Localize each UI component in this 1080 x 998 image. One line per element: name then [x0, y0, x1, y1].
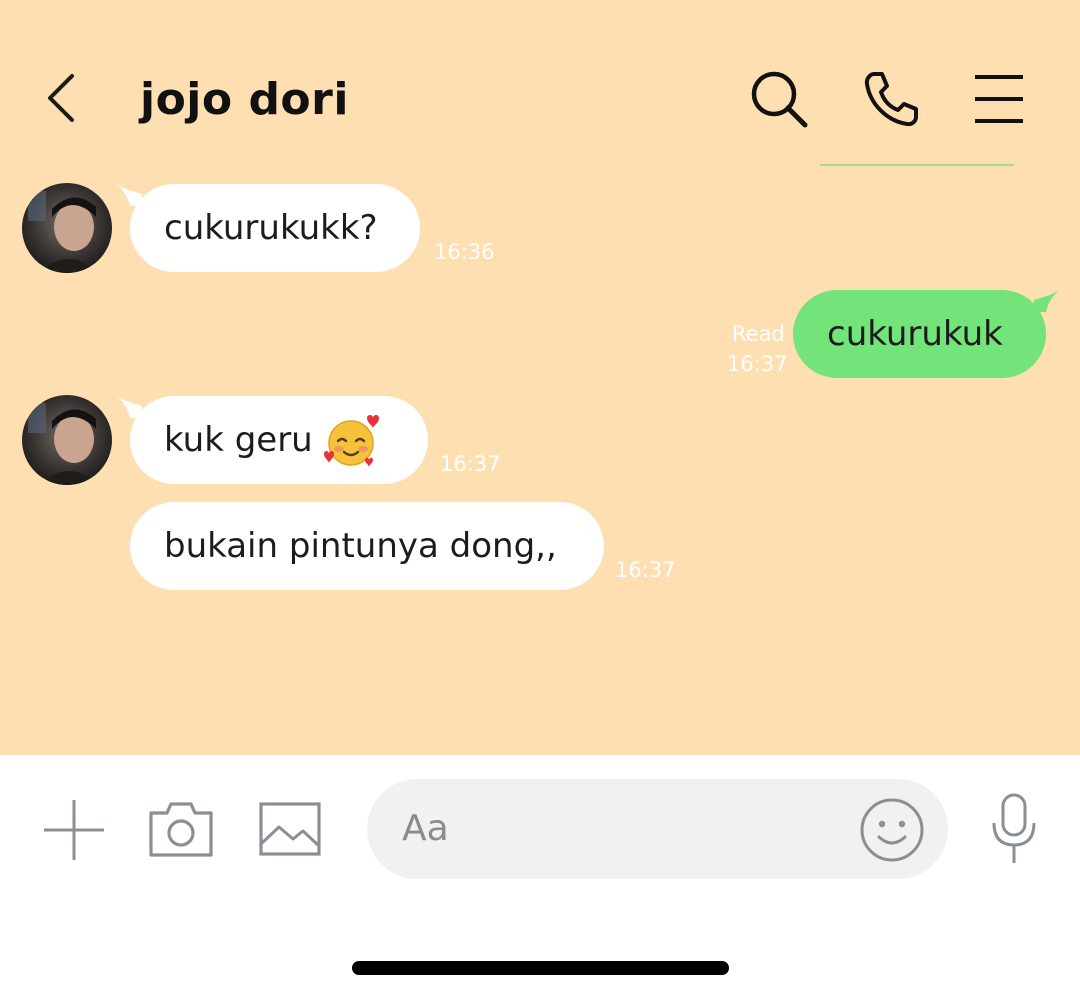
message-time: 16:37	[440, 452, 501, 476]
image-icon	[259, 802, 321, 856]
camera-button[interactable]	[145, 796, 217, 862]
message-text: cukurukukk?	[164, 208, 378, 248]
divider	[820, 164, 1014, 166]
message-bubble-incoming[interactable]: kuk geru	[130, 396, 428, 484]
avatar[interactable]	[22, 183, 112, 273]
chevron-left-icon	[48, 74, 74, 122]
gallery-button[interactable]	[257, 798, 323, 860]
call-button[interactable]	[858, 66, 924, 132]
menu-button[interactable]	[966, 66, 1032, 132]
message-bubble-incoming[interactable]: cukurukukk?	[130, 184, 420, 272]
phone-icon	[864, 72, 918, 127]
read-status: Read	[732, 322, 785, 346]
smiley-icon	[860, 798, 924, 862]
message-time: 16:37	[615, 558, 676, 582]
search-icon	[751, 71, 808, 128]
add-button[interactable]	[40, 796, 108, 864]
search-button[interactable]	[746, 66, 812, 132]
plus-icon	[44, 800, 104, 860]
avatar[interactable]	[22, 395, 112, 485]
message-input-placeholder: Aa	[402, 808, 449, 849]
microphone-icon	[992, 793, 1036, 863]
message-text: bukain pintunya dong,,	[164, 526, 557, 566]
voice-button[interactable]	[985, 792, 1043, 866]
message-bubble-outgoing[interactable]: cukurukuk	[793, 290, 1046, 378]
message-text: cukurukuk	[827, 314, 1003, 354]
chat-title: jojo dori	[140, 74, 349, 125]
camera-icon	[149, 802, 213, 857]
smiling-face-with-hearts-emoji	[323, 415, 379, 467]
emoji-button[interactable]	[858, 796, 926, 864]
message-text: kuk geru	[164, 420, 313, 460]
message-time: 16:36	[434, 240, 495, 264]
message-bubble-incoming[interactable]: bukain pintunya dong,,	[130, 502, 604, 590]
home-indicator[interactable]	[352, 961, 729, 975]
back-button[interactable]	[30, 68, 90, 128]
message-time: 16:37	[727, 352, 788, 376]
menu-icon	[975, 75, 1023, 123]
